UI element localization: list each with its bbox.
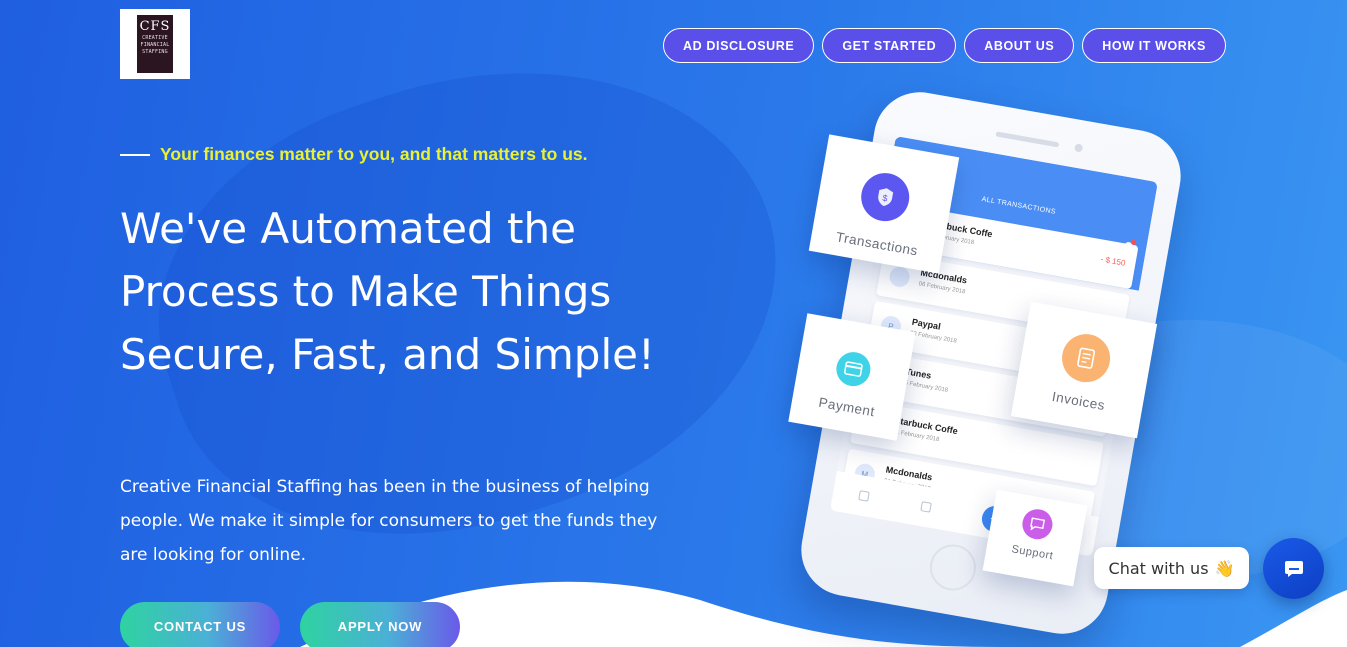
nav-ad-disclosure[interactable]: AD DISCLOSURE — [663, 28, 815, 63]
chat-icon — [1284, 560, 1303, 577]
support-chat-icon — [1020, 506, 1055, 542]
folder-icon — [919, 501, 932, 513]
logo-mark-box: CFS CREATIVE FINANCIAL STAFFING — [137, 15, 173, 73]
wave-emoji-icon: 👋 — [1214, 558, 1235, 578]
tagline-row: Your finances matter to you, and that ma… — [120, 144, 588, 165]
transaction-date: 08 February 2018 — [909, 330, 958, 345]
nav-about-us[interactable]: ABOUT US — [964, 28, 1075, 63]
tagline-divider — [120, 153, 150, 156]
payment-card: Payment — [788, 313, 916, 441]
logo-line: STAFFING — [142, 49, 168, 55]
nav-get-started[interactable]: GET STARTED — [822, 28, 957, 63]
logo-mark: CFS — [139, 19, 171, 34]
chat-label: Chat with us — [1108, 558, 1209, 578]
hero-description: Creative Financial Staffing has been in … — [120, 477, 658, 565]
invoice-icon — [1058, 330, 1114, 386]
apply-now-button[interactable]: APPLY NOW — [300, 602, 460, 647]
payment-label: Payment — [817, 394, 876, 420]
contact-us-button[interactable]: CONTACT US — [120, 602, 280, 647]
credit-card-icon — [833, 349, 874, 389]
nav-how-it-works[interactable]: HOW IT WORKS — [1082, 28, 1226, 63]
transaction-amount: - $ 150 — [1100, 254, 1127, 268]
invoices-card: Invoices — [1010, 301, 1158, 439]
transaction-date: 25 February 2018 — [900, 379, 949, 394]
phone-home-button — [926, 540, 980, 595]
transaction-name: Paypal — [911, 316, 942, 332]
chat-launcher-button[interactable] — [1263, 538, 1324, 599]
hero-headline: We've Automated the Process to Make Thin… — [120, 204, 655, 379]
logo-line: CREATIVE — [142, 35, 168, 41]
logo-line: FINANCIAL — [140, 42, 170, 48]
shield-dollar-icon: $ — [857, 169, 914, 225]
phone-camera — [1074, 143, 1084, 153]
home-icon — [858, 490, 871, 502]
transactions-card: $ Transactions — [808, 134, 960, 274]
top-nav: AD DISCLOSURE GET STARTED ABOUT US HOW I… — [663, 28, 1226, 63]
support-label: Support — [1010, 543, 1055, 563]
tagline: Your finances matter to you, and that ma… — [160, 144, 588, 164]
chat-with-us-bubble[interactable]: Chat with us 👋 — [1094, 547, 1249, 589]
transaction-avatar — [887, 265, 912, 289]
support-card: Support — [982, 489, 1088, 587]
transactions-label: Transactions — [834, 229, 920, 259]
logo[interactable]: CFS CREATIVE FINANCIAL STAFFING — [120, 9, 190, 79]
invoices-label: Invoices — [1050, 388, 1107, 414]
phone-speaker — [995, 131, 1060, 148]
